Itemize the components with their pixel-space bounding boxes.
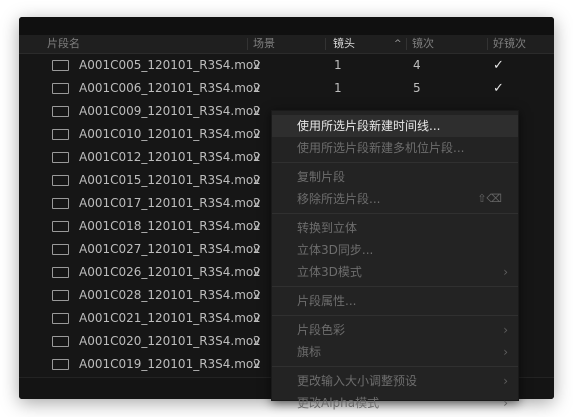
- column-divider[interactable]: [406, 38, 407, 50]
- menu-item[interactable]: 立体3D模式 ›: [272, 261, 518, 283]
- menu-item[interactable]: 使用所选片段新建时间线...: [272, 115, 518, 137]
- menu-item-label: 旗标: [297, 345, 322, 359]
- chevron-right-icon: ›: [503, 396, 508, 410]
- scene-value: 2: [253, 150, 261, 164]
- menu-item-label: 更改Alpha模式: [297, 396, 380, 410]
- clip-icon: [52, 152, 69, 163]
- checkmark-icon: ✓: [493, 81, 504, 96]
- table-header: 片段名 场景 镜头 ^ 镜次 好镜次: [19, 35, 554, 54]
- clip-name: A001C012_120101_R3S4.mov: [79, 150, 261, 164]
- clip-icon: [52, 336, 69, 347]
- column-divider[interactable]: [325, 38, 326, 50]
- menu-item-label: 立体3D模式: [297, 265, 362, 279]
- column-header-good-take[interactable]: 好镜次: [493, 35, 526, 53]
- take-value: 5: [413, 81, 421, 95]
- clip-icon: [52, 267, 69, 278]
- clip-name: A001C010_120101_R3S4.mov: [79, 127, 261, 141]
- column-divider[interactable]: [247, 38, 248, 50]
- clip-icon: [52, 244, 69, 255]
- menu-item-label: 移除所选片段...: [297, 192, 381, 206]
- clip-name: A001C026_120101_R3S4.mov: [79, 265, 261, 279]
- menu-item-label: 更改输入大小调整预设: [297, 374, 418, 388]
- menu-item[interactable]: 转换到立体: [272, 217, 518, 239]
- menu-separator: [272, 315, 518, 316]
- clip-icon: [52, 359, 69, 370]
- shortcut-label: ⇧⌫: [477, 192, 502, 205]
- scene-value: 2: [253, 357, 261, 371]
- column-header-shot[interactable]: 镜头: [333, 35, 355, 53]
- menu-item-label: 复制片段: [297, 170, 346, 184]
- clip-icon: [52, 313, 69, 324]
- clip-name: A001C017_120101_R3S4.mov: [79, 196, 261, 210]
- checkmark-icon: ✓: [493, 58, 504, 73]
- shot-value: 1: [334, 81, 342, 95]
- sort-ascending-icon: ^: [394, 39, 402, 49]
- shot-value: 1: [334, 58, 342, 72]
- clip-name: A001C028_120101_R3S4.mov: [79, 288, 261, 302]
- scene-value: 2: [253, 58, 261, 72]
- menu-item-label: 立体3D同步...: [297, 243, 374, 257]
- clip-name: A001C020_120101_R3S4.mov: [79, 334, 261, 348]
- clip-icon: [52, 106, 69, 117]
- clip-name: A001C005_120101_R3S4.mov: [79, 58, 261, 72]
- take-value: 4: [413, 58, 421, 72]
- menu-item[interactable]: 片段属性...: [272, 290, 518, 312]
- clip-icon: [52, 221, 69, 232]
- clip-name: A001C018_120101_R3S4.mov: [79, 219, 261, 233]
- clip-icon: [52, 198, 69, 209]
- menu-item-label: 片段色彩: [297, 323, 346, 337]
- scene-value: 2: [253, 311, 261, 325]
- clip-name: A001C019_120101_R3S4.mov: [79, 357, 261, 371]
- menu-item-label: 使用所选片段新建多机位片段...: [297, 141, 465, 155]
- menu-item[interactable]: 旗标 ›: [272, 341, 518, 363]
- menu-separator: [272, 162, 518, 163]
- scene-value: 2: [253, 288, 261, 302]
- menu-item[interactable]: 片段色彩 ›: [272, 319, 518, 341]
- menu-item[interactable]: 立体3D同步...: [272, 239, 518, 261]
- panel-top-bar: [19, 17, 554, 35]
- clip-name: A001C021_120101_R3S4.mov: [79, 311, 261, 325]
- scene-value: 2: [253, 104, 261, 118]
- clip-icon: [52, 290, 69, 301]
- column-header-take[interactable]: 镜次: [412, 35, 434, 53]
- menu-item-label: 片段属性...: [297, 294, 357, 308]
- menu-item-label: 使用所选片段新建时间线...: [297, 119, 441, 133]
- column-divider[interactable]: [487, 38, 488, 50]
- column-header-scene[interactable]: 场景: [253, 35, 275, 53]
- clip-name: A001C009_120101_R3S4.mov: [79, 104, 261, 118]
- menu-separator: [272, 286, 518, 287]
- clip-icon: [52, 175, 69, 186]
- scene-value: 2: [253, 127, 261, 141]
- clip-icon: [52, 60, 69, 71]
- clip-name: A001C027_120101_R3S4.mov: [79, 242, 261, 256]
- scene-value: 2: [253, 81, 261, 95]
- table-row[interactable]: A001C005_120101_R3S4.mov 2 1 4 ✓: [19, 54, 554, 77]
- clip-name: A001C015_120101_R3S4.mov: [79, 173, 261, 187]
- table-row[interactable]: A001C006_120101_R3S4.mov 2 1 5 ✓: [19, 77, 554, 100]
- scene-value: 2: [253, 242, 261, 256]
- scene-value: 2: [253, 196, 261, 210]
- menu-item[interactable]: 复制片段: [272, 166, 518, 188]
- clip-icon: [52, 129, 69, 140]
- menu-item[interactable]: 更改输入大小调整预设 ›: [272, 370, 518, 392]
- chevron-right-icon: ›: [503, 265, 508, 279]
- clip-name: A001C006_120101_R3S4.mov: [79, 81, 261, 95]
- clip-icon: [52, 83, 69, 94]
- scene-value: 2: [253, 173, 261, 187]
- scene-value: 2: [253, 265, 261, 279]
- menu-item[interactable]: 移除所选片段... ⇧⌫: [272, 188, 518, 210]
- chevron-right-icon: ›: [503, 323, 508, 337]
- menu-separator: [272, 366, 518, 367]
- scene-value: 2: [253, 219, 261, 233]
- chevron-right-icon: ›: [503, 345, 508, 359]
- context-menu: 使用所选片段新建时间线... 使用所选片段新建多机位片段... 复制片段移除所选片段…: [271, 110, 519, 410]
- menu-item-label: 转换到立体: [297, 221, 358, 235]
- menu-separator: [272, 213, 518, 214]
- menu-item[interactable]: 使用所选片段新建多机位片段...: [272, 137, 518, 159]
- menu-item[interactable]: 更改Alpha模式 ›: [272, 392, 518, 414]
- column-header-clip-name[interactable]: 片段名: [47, 35, 80, 53]
- chevron-right-icon: ›: [503, 374, 508, 388]
- scene-value: 2: [253, 334, 261, 348]
